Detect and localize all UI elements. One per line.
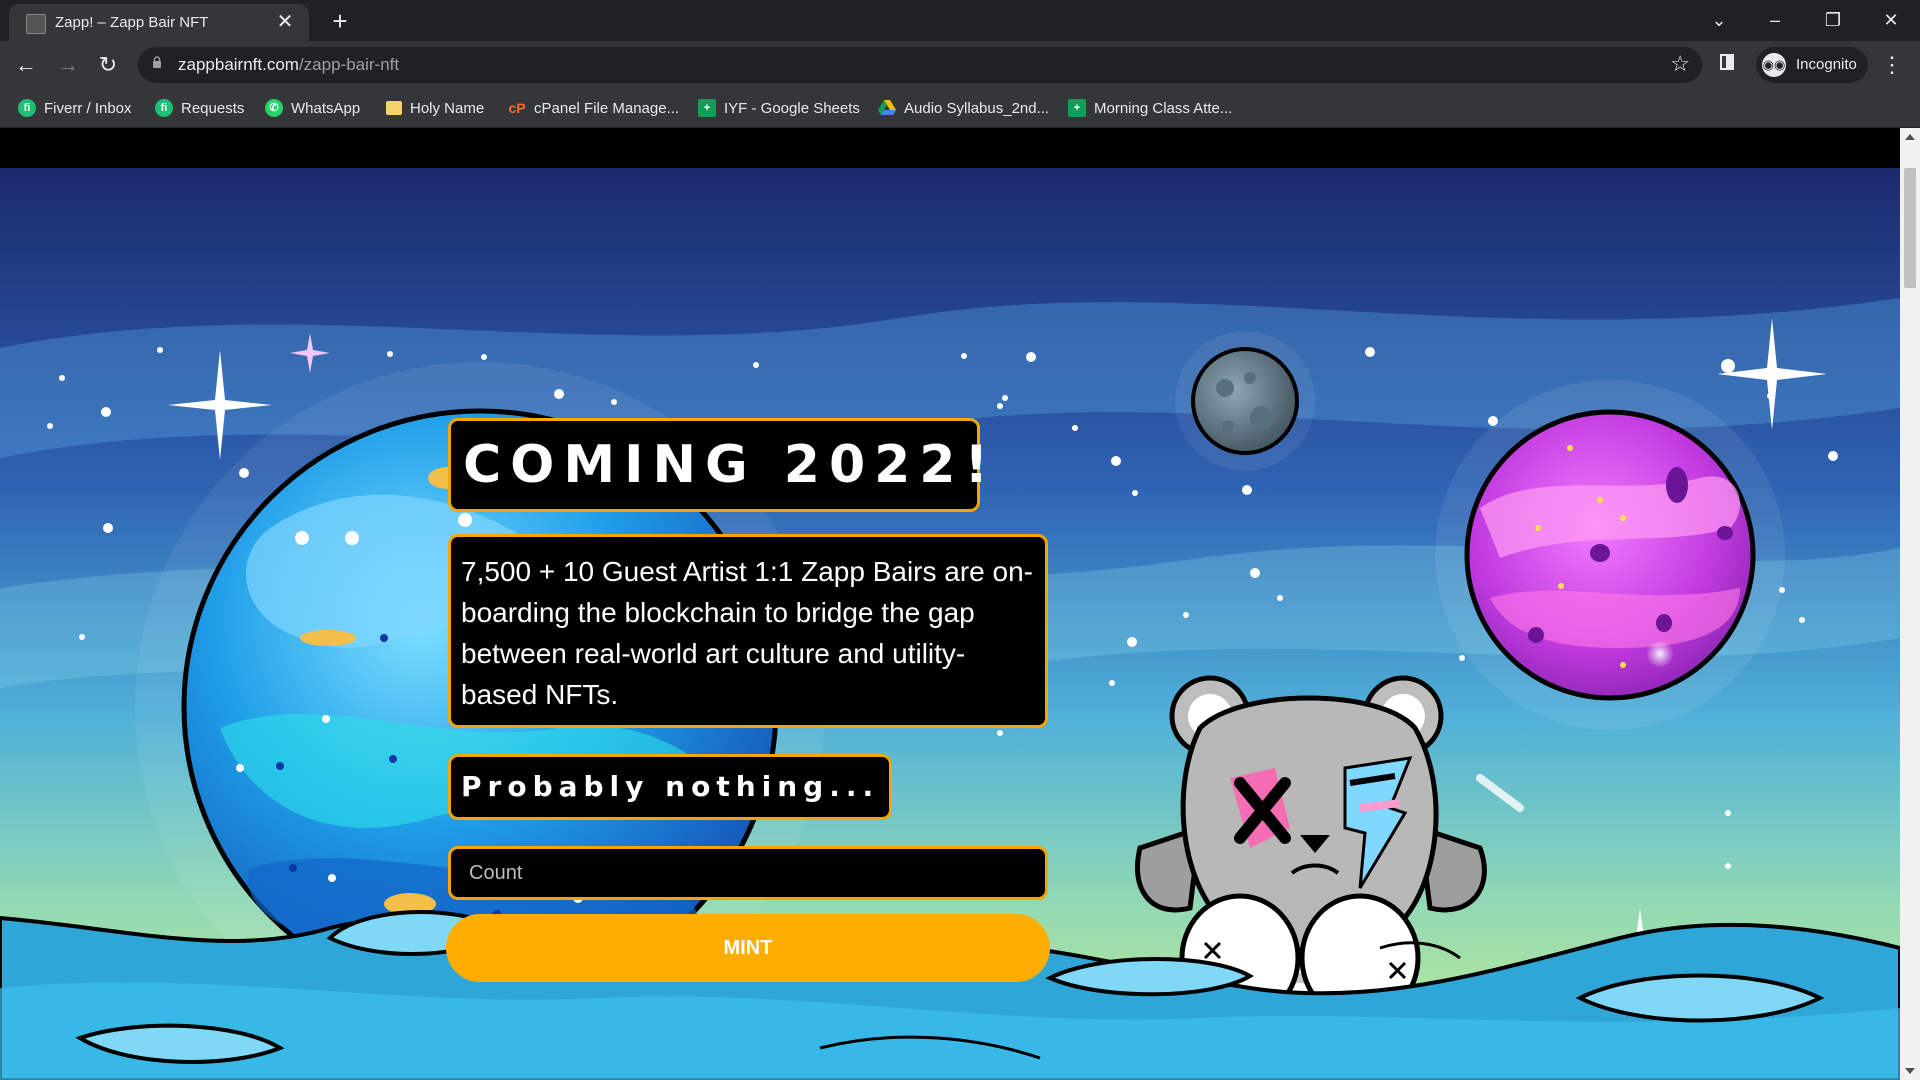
whatsapp-icon: ✆: [265, 99, 283, 117]
bookmark-label: Requests: [181, 99, 245, 117]
sheets-icon: +: [698, 99, 716, 117]
pink-planet: [1435, 380, 1785, 730]
tagline: Probably nothing...: [448, 754, 892, 820]
bookmark-cpanel[interactable]: cP cPanel File Manage...: [508, 97, 679, 119]
page-viewport: COMING 2022! 7,500 + 10 Guest Artist 1:1…: [0, 128, 1900, 1080]
browser-toolbar: ← → ↻ zappbairnft.com/zapp-bair-nft ☆ ◉◉…: [0, 41, 1920, 89]
bookmark-morning-class[interactable]: + Morning Class Atte...: [1068, 97, 1232, 119]
bookmark-label: Audio Syllabus_2nd...: [904, 99, 1050, 117]
restore-icon[interactable]: ❐: [1810, 2, 1856, 38]
bookmark-whatsapp[interactable]: ✆ WhatsApp: [265, 97, 360, 119]
bookmark-holy-name[interactable]: Holy Name: [386, 97, 484, 119]
incognito-profile-button[interactable]: ◉◉ Incognito: [1756, 47, 1868, 83]
address-bar[interactable]: zappbairnft.com/zapp-bair-nft ☆: [138, 47, 1702, 83]
count-input[interactable]: [448, 846, 1048, 900]
fiverr-icon: fi: [18, 99, 36, 117]
incognito-icon: ◉◉: [1762, 53, 1786, 77]
side-panel-icon[interactable]: [1720, 54, 1734, 70]
reload-icon[interactable]: ↻: [92, 49, 124, 81]
bookmark-fiverr-inbox[interactable]: fi Fiverr / Inbox: [18, 97, 132, 119]
close-tab-icon[interactable]: ✕: [273, 10, 297, 34]
bookmark-label: Morning Class Atte...: [1094, 99, 1233, 117]
folder-icon: [386, 101, 402, 115]
forward-icon[interactable]: →: [52, 49, 84, 81]
bookmark-label: Holy Name: [410, 99, 485, 117]
bookmark-label: IYF - Google Sheets: [724, 99, 860, 117]
close-window-icon[interactable]: ✕: [1868, 2, 1914, 38]
url-path: /zapp-bair-nft: [298, 55, 400, 74]
mint-button[interactable]: MINT: [446, 914, 1050, 982]
coming-heading: COMING 2022!: [448, 418, 988, 512]
bookmark-label: Fiverr / Inbox: [44, 99, 132, 117]
url-host: zappbairnft.com: [178, 55, 299, 74]
scroll-up-icon[interactable]: [1905, 134, 1915, 140]
tab-search-icon[interactable]: ⌄: [1696, 2, 1742, 38]
browser-menu-icon[interactable]: ⋮: [1880, 49, 1904, 81]
sheets-icon: +: [1068, 99, 1086, 117]
cpanel-icon: cP: [508, 100, 526, 116]
bookmark-label: cPanel File Manage...: [534, 99, 680, 117]
tab-title: Zapp! – Zapp Bair NFT: [55, 14, 209, 31]
browser-tab[interactable]: Zapp! – Zapp Bair NFT ✕: [9, 4, 309, 41]
project-description: 7,500 + 10 Guest Artist 1:1 Zapp Bairs a…: [448, 534, 1048, 728]
bookmark-iyf-sheets[interactable]: + IYF - Google Sheets: [698, 97, 860, 119]
lock-icon: [153, 56, 161, 68]
scrollbar-thumb[interactable]: [1904, 168, 1916, 288]
bookmarks-bar: fi Fiverr / Inbox fi Requests ✆ WhatsApp…: [0, 89, 1920, 128]
drive-icon: [878, 100, 896, 115]
scroll-down-icon[interactable]: [1905, 1068, 1915, 1074]
bookmark-audio-syllabus[interactable]: Audio Syllabus_2nd...: [878, 97, 1049, 119]
bookmark-label: WhatsApp: [291, 99, 361, 117]
bookmark-requests[interactable]: fi Requests: [155, 97, 244, 119]
site-favicon-icon: [26, 14, 46, 34]
page-scrollbar[interactable]: [1900, 128, 1920, 1080]
page-header-band: [0, 128, 1900, 168]
bookmark-star-icon[interactable]: ☆: [1670, 51, 1690, 77]
url-text: zappbairnft.com/zapp-bair-nft: [178, 55, 399, 75]
grey-moon: [1175, 331, 1315, 471]
fiverr-icon: fi: [155, 99, 173, 117]
tab-strip: Zapp! – Zapp Bair NFT ✕ + ⌄ – ❐ ✕: [0, 0, 1920, 41]
back-icon[interactable]: ←: [10, 49, 42, 81]
incognito-label: Incognito: [1796, 56, 1857, 73]
minimize-icon[interactable]: –: [1752, 2, 1798, 38]
new-tab-icon[interactable]: +: [325, 6, 355, 36]
